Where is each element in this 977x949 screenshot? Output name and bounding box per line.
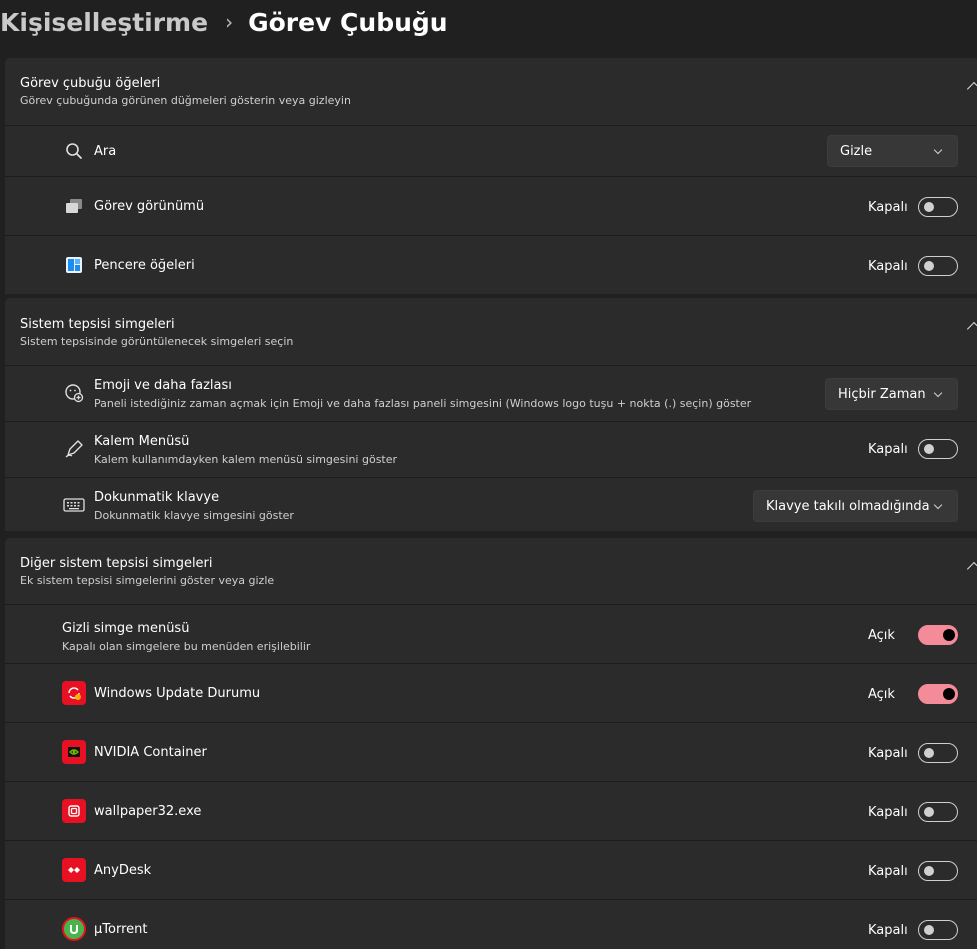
section-subtitle: Sistem tepsisinde görüntülenecek simgele… [20,335,294,348]
row-task-view: Görev görünümü Kapalı [5,176,977,235]
anydesk-icon [62,858,86,882]
keyboard-icon [62,493,86,517]
row-hidden-icon-menu: Gizli simge menüsü Kapalı olan simgelere… [5,604,977,663]
chevron-down-icon [933,500,943,510]
settings-page: Kişiselleştirme › Görev Çubuğu Görev çub… [0,0,977,949]
emoji-icon [62,381,86,405]
section-title: Diğer sistem tepsisi simgeleri [20,556,213,571]
row-label: AnyDesk [94,863,152,878]
chevron-down-icon [933,388,943,398]
row-search: Ara Gizle [5,125,977,176]
toggle-state-label: Kapalı [868,864,908,879]
widgets-icon [62,253,86,277]
breadcrumb: Kişiselleştirme › Görev Çubuğu [0,2,448,42]
section-subtitle: Görev çubuğunda görünen düğmeleri göster… [20,94,351,107]
row-description: Paneli istediğiniz zaman açmak için Emoj… [94,397,752,410]
toggle-state-label: Kapalı [868,746,908,761]
row-windows-update: Windows Update Durumu Açık [5,663,977,722]
toggle-state-label: Kapalı [868,200,908,215]
chevron-up-icon[interactable] [966,321,977,337]
row-label: Kalem Menüsü [94,434,190,449]
page-title: Görev Çubuğu [248,7,448,37]
chevron-up-icon[interactable] [966,561,977,577]
nvidia-icon [62,740,86,764]
section-title: Sistem tepsisi simgeleri [20,317,175,332]
breadcrumb-separator: › [225,10,234,34]
wallpaper-engine-icon [62,799,86,823]
utorrent-icon [62,917,86,941]
task-view-toggle[interactable] [918,197,958,217]
row-label: Emoji ve daha fazlası [94,378,232,393]
row-label: µTorrent [94,922,148,937]
dropdown-value: Hiçbir Zaman [838,386,926,402]
row-label: Windows Update Durumu [94,686,261,701]
nvidia-container-toggle[interactable] [918,743,958,763]
row-utorrent: µTorrent Kapalı [5,899,977,949]
breadcrumb-parent[interactable]: Kişiselleştirme [0,8,208,37]
row-touch-keyboard: Dokunmatik klavye Dokunmatik klavye simg… [5,477,977,531]
row-label: Dokunmatik klavye [94,490,220,505]
row-label: Ara [94,144,117,159]
row-emoji: Emoji ve daha fazlası Paneli istediğiniz… [5,365,977,421]
row-pen-menu: Kalem Menüsü Kalem kullanımdayken kalem … [5,421,977,477]
touch-keyboard-dropdown[interactable]: Klavye takılı olmadığında [753,490,958,522]
row-nvidia-container: NVIDIA Container Kapalı [5,722,977,781]
dropdown-value: Klavye takılı olmadığında [766,498,930,514]
toggle-state-label: Kapalı [868,805,908,820]
row-description: Dokunmatik klavye simgesini göster [94,509,294,522]
chevron-up-icon[interactable] [966,81,977,97]
windows-update-icon [62,681,86,705]
dropdown-value: Gizle [840,143,873,159]
toggle-state-label: Kapalı [868,442,908,457]
section-subtitle: Ek sistem tepsisi simgelerini göster vey… [20,574,275,587]
chevron-down-icon [933,145,943,155]
wallpaper32-toggle[interactable] [918,802,958,822]
row-label: Gizli simge menüsü [62,621,190,636]
toggle-state-label: Açık [868,628,895,643]
toggle-state-label: Kapalı [868,259,908,274]
row-label: NVIDIA Container [94,745,207,760]
hidden-icon-menu-toggle[interactable] [918,625,958,645]
utorrent-toggle[interactable] [918,920,958,940]
row-description: Kapalı olan simgelere bu menüden erişile… [62,640,311,653]
anydesk-toggle[interactable] [918,861,958,881]
row-anydesk: AnyDesk Kapalı [5,840,977,899]
row-label: wallpaper32.exe [94,804,202,819]
section-taskbar-items: Görev çubuğu öğeleri Görev çubuğunda gör… [5,58,977,294]
section-other-tray-icons: Diğer sistem tepsisi simgeleri Ek sistem… [5,538,977,949]
section-system-tray: Sistem tepsisi simgeleri Sistem tepsisin… [5,298,977,531]
row-wallpaper32: wallpaper32.exe Kapalı [5,781,977,840]
widgets-toggle[interactable] [918,256,958,276]
row-label: Görev görünümü [94,199,205,214]
pen-icon [62,437,86,461]
search-icon [62,139,86,163]
windows-update-toggle[interactable] [918,684,958,704]
section-header[interactable]: Görev çubuğu öğeleri Görev çubuğunda gör… [5,58,977,125]
toggle-state-label: Açık [868,687,895,702]
section-title: Görev çubuğu öğeleri [20,76,161,91]
row-widgets: Pencere öğeleri Kapalı [5,235,977,294]
section-header[interactable]: Sistem tepsisi simgeleri Sistem tepsisin… [5,298,977,365]
section-header[interactable]: Diğer sistem tepsisi simgeleri Ek sistem… [5,538,977,604]
toggle-state-label: Kapalı [868,923,908,938]
pen-menu-toggle[interactable] [918,439,958,459]
search-dropdown[interactable]: Gizle [827,135,958,167]
row-label: Pencere öğeleri [94,258,195,273]
row-description: Kalem kullanımdayken kalem menüsü simges… [94,453,398,466]
emoji-dropdown[interactable]: Hiçbir Zaman [825,378,958,410]
task-view-icon [62,194,86,218]
